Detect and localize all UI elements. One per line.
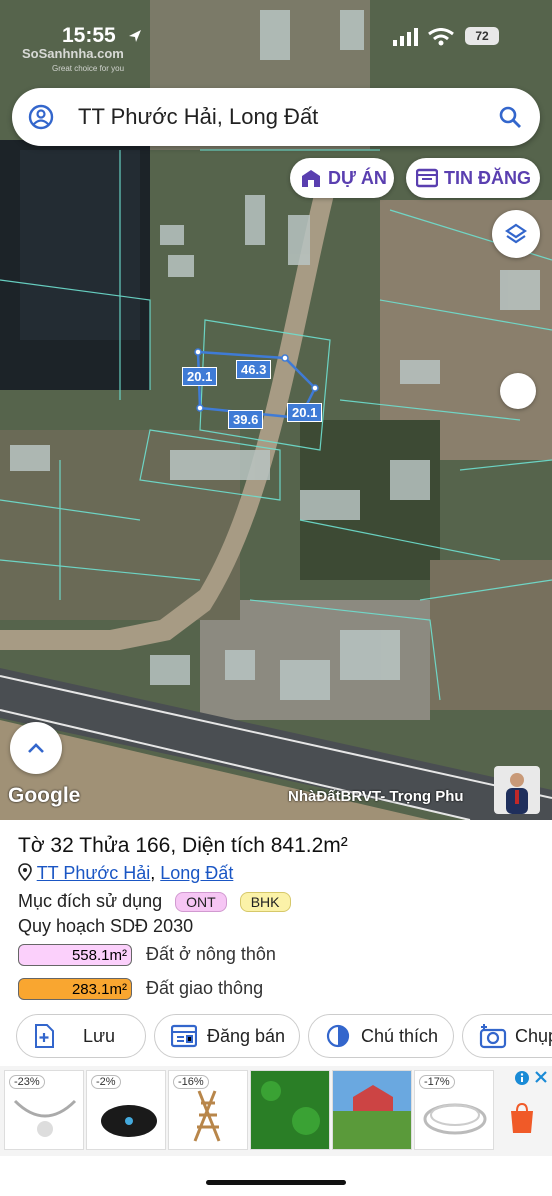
sell-button[interactable]: Đăng bán: [154, 1014, 300, 1058]
location-separator: ,: [150, 863, 156, 883]
watermark: SoSanhnha.com: [22, 46, 124, 61]
product-thumbnail: [333, 1071, 411, 1149]
search-icon[interactable]: [498, 105, 522, 129]
save-label: Lưu: [83, 1026, 116, 1046]
product-thumbnail: [251, 1071, 329, 1149]
purpose-label: Mục đích sử dụng: [18, 891, 163, 911]
dimension-label: 46.3: [236, 360, 272, 379]
listings-chip-label: TIN ĐĂNG: [444, 168, 531, 188]
person-icon: [506, 773, 528, 814]
contrast-icon: [326, 1024, 350, 1048]
map-view[interactable]: 20.1 46.3 20.1 39.6 15:55 SoSanhnha.com …: [0, 0, 552, 820]
listings-chip[interactable]: TIN ĐĂNG: [406, 158, 540, 198]
save-button[interactable]: Lưu: [16, 1014, 146, 1058]
search-query[interactable]: TT Phước Hải, Long Đất: [78, 104, 318, 130]
map-attribution: NhàĐấtBRVT- Trọng Phu: [288, 788, 464, 805]
layers-button[interactable]: [492, 210, 540, 258]
purpose-row: Mục đích sử dụng ONT BHK: [18, 891, 291, 913]
listing-icon: [171, 1024, 197, 1048]
parcel-location: TT Phước Hải, Long Đất: [18, 863, 233, 884]
account-icon[interactable]: [28, 104, 54, 130]
avatar[interactable]: [494, 766, 540, 814]
listing-icon: [416, 168, 438, 188]
map-pin-icon: [18, 863, 32, 882]
expand-panel-button[interactable]: [10, 722, 62, 774]
capture-button[interactable]: Chụp: [462, 1014, 552, 1058]
discount-badge: -16%: [173, 1075, 209, 1089]
projects-chip-label: DỰ ÁN: [328, 168, 387, 188]
search-bar[interactable]: TT Phước Hải, Long Đất: [12, 88, 540, 146]
signal-icon: [393, 28, 418, 46]
parcel-title: Tờ 32 Thửa 166, Diện tích 841.2m²: [18, 834, 348, 857]
dimension-label: 20.1: [287, 403, 323, 422]
location-district-link[interactable]: Long Đất: [160, 863, 233, 883]
location-ward-link[interactable]: TT Phước Hải: [37, 863, 151, 883]
area-value-transport: 283.1m²: [18, 978, 132, 1000]
add-document-icon: [35, 1024, 54, 1048]
dimension-label: 20.1: [182, 367, 218, 386]
ad-banner[interactable]: -23% -2% -16% -17%: [0, 1066, 552, 1156]
dimension-label: 39.6: [228, 410, 264, 429]
area-label-residential: Đất ở nông thôn: [146, 944, 276, 964]
ad-item[interactable]: -2%: [86, 1070, 166, 1150]
discount-badge: -23%: [9, 1075, 45, 1089]
shopping-bag-icon[interactable]: [508, 1102, 536, 1134]
plan-label: Quy hoạch SDĐ 2030: [18, 916, 194, 936]
camera-icon: [479, 1024, 507, 1049]
watermark-tagline: Great choice for you: [52, 64, 125, 73]
ad-item[interactable]: [250, 1070, 330, 1150]
area-value-residential: 558.1m²: [18, 944, 132, 966]
ad-item[interactable]: -17%: [414, 1070, 494, 1150]
sell-label: Đăng bán: [207, 1026, 286, 1046]
close-icon[interactable]: [534, 1070, 548, 1084]
purpose-badge-bhk: BHK: [239, 892, 291, 913]
layers-icon: [505, 223, 527, 244]
discount-badge: -2%: [91, 1075, 121, 1089]
location-arrow-icon: [129, 30, 141, 42]
purpose-badge-ont: ONT: [175, 892, 227, 913]
legend-button[interactable]: Chú thích: [308, 1014, 454, 1058]
battery-indicator: 72: [465, 27, 499, 45]
ad-info-icon[interactable]: [514, 1070, 530, 1086]
chevron-up-icon: [28, 743, 44, 753]
status-time: 15:55: [62, 24, 116, 47]
legend-label: Chú thích: [361, 1026, 439, 1046]
ad-item[interactable]: -16%: [168, 1070, 248, 1150]
ad-item[interactable]: -23%: [4, 1070, 84, 1150]
wifi-icon: [428, 28, 454, 46]
discount-badge: -17%: [419, 1075, 455, 1089]
area-label-transport: Đất giao thông: [146, 978, 264, 998]
google-logo: Google: [8, 784, 81, 807]
home-indicator[interactable]: [206, 1180, 346, 1185]
parcel-info-panel: Tờ 32 Thửa 166, Diện tích 841.2m² TT Phư…: [0, 820, 552, 1196]
capture-label: Chụp: [515, 1026, 552, 1046]
projects-chip[interactable]: DỰ ÁN: [290, 158, 394, 198]
ad-item[interactable]: [332, 1070, 412, 1150]
building-icon: [302, 170, 320, 187]
status-bar: 15:55 SoSanhnha.com Great choice for you…: [0, 24, 552, 73]
slider-handle[interactable]: [500, 373, 536, 409]
